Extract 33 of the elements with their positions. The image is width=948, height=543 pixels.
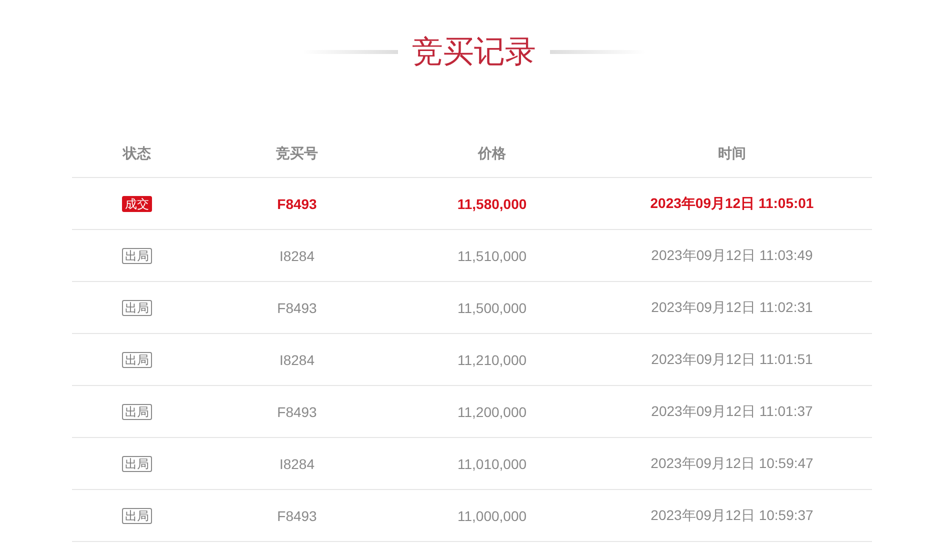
time-cell: 2023年09月12日 11:01:37: [651, 402, 813, 420]
bidder-number: F8493: [277, 508, 317, 524]
bidder-number: I8284: [279, 248, 315, 264]
status-badge: 出局: [122, 456, 152, 472]
status-badge: 出局: [122, 300, 152, 316]
bidder-number: F8493: [277, 196, 317, 212]
price-cell: 11,580,000: [457, 196, 527, 212]
bidder-number: F8493: [277, 300, 317, 316]
status-badge: 出局: [122, 404, 152, 420]
status-badge: 出局: [122, 352, 152, 368]
time-cell: 2023年09月12日 10:59:37: [650, 506, 814, 524]
column-header: 价格: [478, 144, 506, 162]
bidder-number: I8284: [279, 352, 315, 368]
time-cell: 2023年09月12日 10:59:47: [650, 454, 814, 472]
status-badge: 成交: [122, 196, 152, 212]
status-badge: 出局: [122, 248, 152, 264]
time-cell: 2023年09月12日 11:01:51: [651, 350, 813, 368]
status-badge: 出局: [122, 508, 152, 524]
column-header: 状态: [123, 144, 151, 162]
column-header: 时间: [718, 144, 746, 162]
price-cell: 11,210,000: [457, 352, 527, 368]
bidder-number: F8493: [277, 404, 317, 420]
price-cell: 11,510,000: [457, 248, 527, 264]
price-cell: 11,200,000: [457, 404, 527, 420]
time-cell: 2023年09月12日 11:03:49: [651, 246, 813, 264]
price-cell: 11,000,000: [457, 508, 527, 524]
column-header: 竞买号: [276, 144, 318, 162]
price-cell: 11,500,000: [457, 300, 527, 316]
time-cell: 2023年09月12日 11:02:31: [651, 298, 813, 316]
time-cell: 2023年09月12日 11:05:01: [650, 194, 814, 212]
bidder-number: I8284: [279, 456, 315, 472]
page-title: 竞买记录: [412, 33, 536, 71]
price-cell: 11,010,000: [457, 456, 527, 472]
